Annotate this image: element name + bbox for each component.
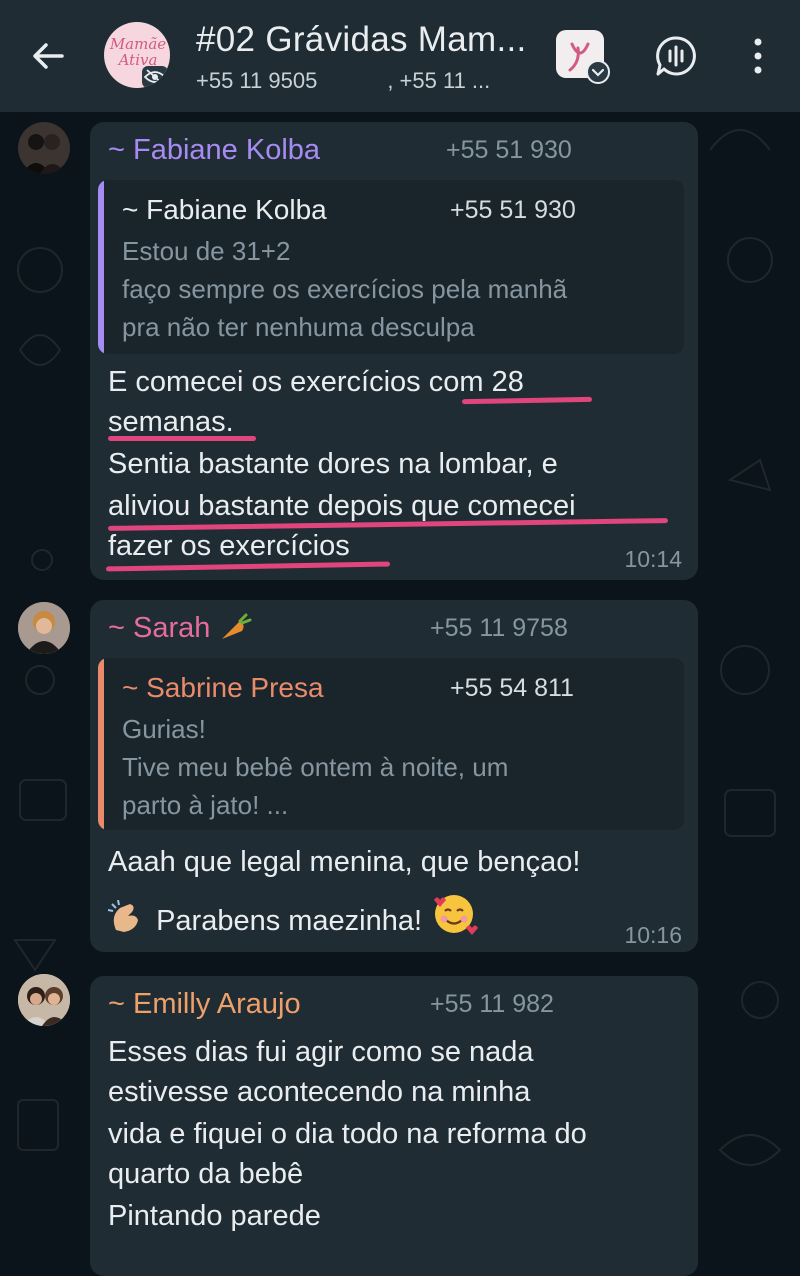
- message-text: Parabens maezinha!: [156, 905, 423, 937]
- message-text-line: E comecei os exercícios com 28: [108, 366, 524, 398]
- quote-sender-phone: +55 51 930: [450, 196, 576, 224]
- quote-text-line: pra não ter nenhuma desculpa: [122, 312, 475, 342]
- quote-sender-name: ~ Fabiane Kolba: [122, 194, 327, 225]
- back-arrow-icon[interactable]: [28, 36, 68, 76]
- quote-text-line: faço sempre os exercícios pela manhã: [122, 274, 568, 304]
- group-title[interactable]: #02 Grávidas Mam...: [196, 20, 527, 60]
- avatar[interactable]: [18, 122, 70, 174]
- redacted-area: [317, 73, 387, 91]
- avatar[interactable]: [18, 602, 70, 654]
- more-options-icon[interactable]: [748, 36, 768, 76]
- sender-phone: +55 11 9758: [430, 614, 568, 642]
- message-bubble[interactable]: ~ Emilly Araujo +55 11 982 Esses dias fu…: [90, 976, 698, 1276]
- group-avatar[interactable]: Mamãe Ativa: [104, 22, 170, 88]
- quote-text-line: Tive meu bebê ontem à noite, um: [122, 752, 509, 782]
- message-text-line: vida e fiquei o dia todo na reforma do: [108, 1118, 587, 1150]
- sender-name[interactable]: ~ Fabiane Kolba: [108, 134, 320, 167]
- members-more: , +55 11 ...: [387, 68, 491, 93]
- message-text-line: estivesse acontecendo na minha: [108, 1076, 531, 1108]
- sender-name[interactable]: ~ Sarah: [108, 612, 252, 645]
- hidden-eye-icon: [142, 66, 168, 88]
- message-text-line: Parabens maezinha!: [108, 892, 479, 938]
- message-text-line: aliviou bastante depois que comecei: [108, 490, 576, 522]
- quoted-message[interactable]: ~ Sabrine Presa +55 54 811 Gurias! Tive …: [98, 658, 684, 830]
- highlight-underline: [461, 396, 593, 405]
- message-text-line: semanas.: [108, 406, 234, 438]
- group-avatar-logo: Mamãe Ativa: [109, 35, 167, 69]
- message-text-line: quarto da bebê: [108, 1158, 304, 1190]
- quote-text-line: Gurias!: [122, 714, 206, 744]
- app-shortcut-icon[interactable]: [556, 30, 610, 84]
- clapping-hands-emoji-icon: [108, 900, 138, 932]
- carrot-emoji-icon: [222, 613, 252, 639]
- highlight-underline: [108, 436, 256, 441]
- quote-text-line: parto à jato! ...: [122, 790, 289, 820]
- chat-header: Mamãe Ativa #02 Grávidas Mam... +55 11 9…: [0, 0, 800, 112]
- quote-sender-phone: +55 54 811: [450, 674, 574, 702]
- message-text-line: Sentia bastante dores na lombar, e: [108, 448, 558, 480]
- message-time: 10:14: [624, 546, 682, 572]
- quote-bar: [98, 180, 104, 354]
- message-text-line: Pintando parede: [108, 1200, 321, 1232]
- quote-text-line: Estou de 31+2: [122, 236, 291, 266]
- sender-phone: +55 51 930: [446, 136, 572, 164]
- highlight-underline: [105, 561, 391, 572]
- message-text-line: Aaah que legal menina, que bençao!: [108, 846, 581, 878]
- smiling-face-with-hearts-emoji-icon: [434, 895, 479, 935]
- sender-name[interactable]: ~ Emilly Araujo: [108, 988, 301, 1021]
- message-time: 10:16: [624, 922, 682, 948]
- sender-phone: +55 11 982: [430, 990, 554, 1018]
- group-members[interactable]: +55 11 9505 , +55 11 ...: [196, 68, 490, 94]
- message-bubble[interactable]: ~ Fabiane Kolba +55 51 930 ~ Fabiane Kol…: [90, 122, 698, 580]
- message-text-line: fazer os exercícios: [108, 530, 350, 562]
- quote-sender-name: ~ Sabrine Presa: [122, 672, 324, 703]
- checkmark-badge-icon: [586, 60, 610, 84]
- avatar[interactable]: [18, 974, 70, 1026]
- quoted-message[interactable]: ~ Fabiane Kolba +55 51 930 Estou de 31+2…: [98, 180, 684, 354]
- sender-name-text: ~ Sarah: [108, 612, 211, 644]
- members-first: +55 11 9505: [196, 68, 318, 93]
- message-bubble[interactable]: ~ Sarah +55 11 9758 ~ Sabrine Presa +55 …: [90, 600, 698, 952]
- message-text-line: Esses dias fui agir como se nada: [108, 1036, 534, 1068]
- voice-chat-icon[interactable]: [654, 34, 698, 78]
- quote-bar: [98, 658, 104, 830]
